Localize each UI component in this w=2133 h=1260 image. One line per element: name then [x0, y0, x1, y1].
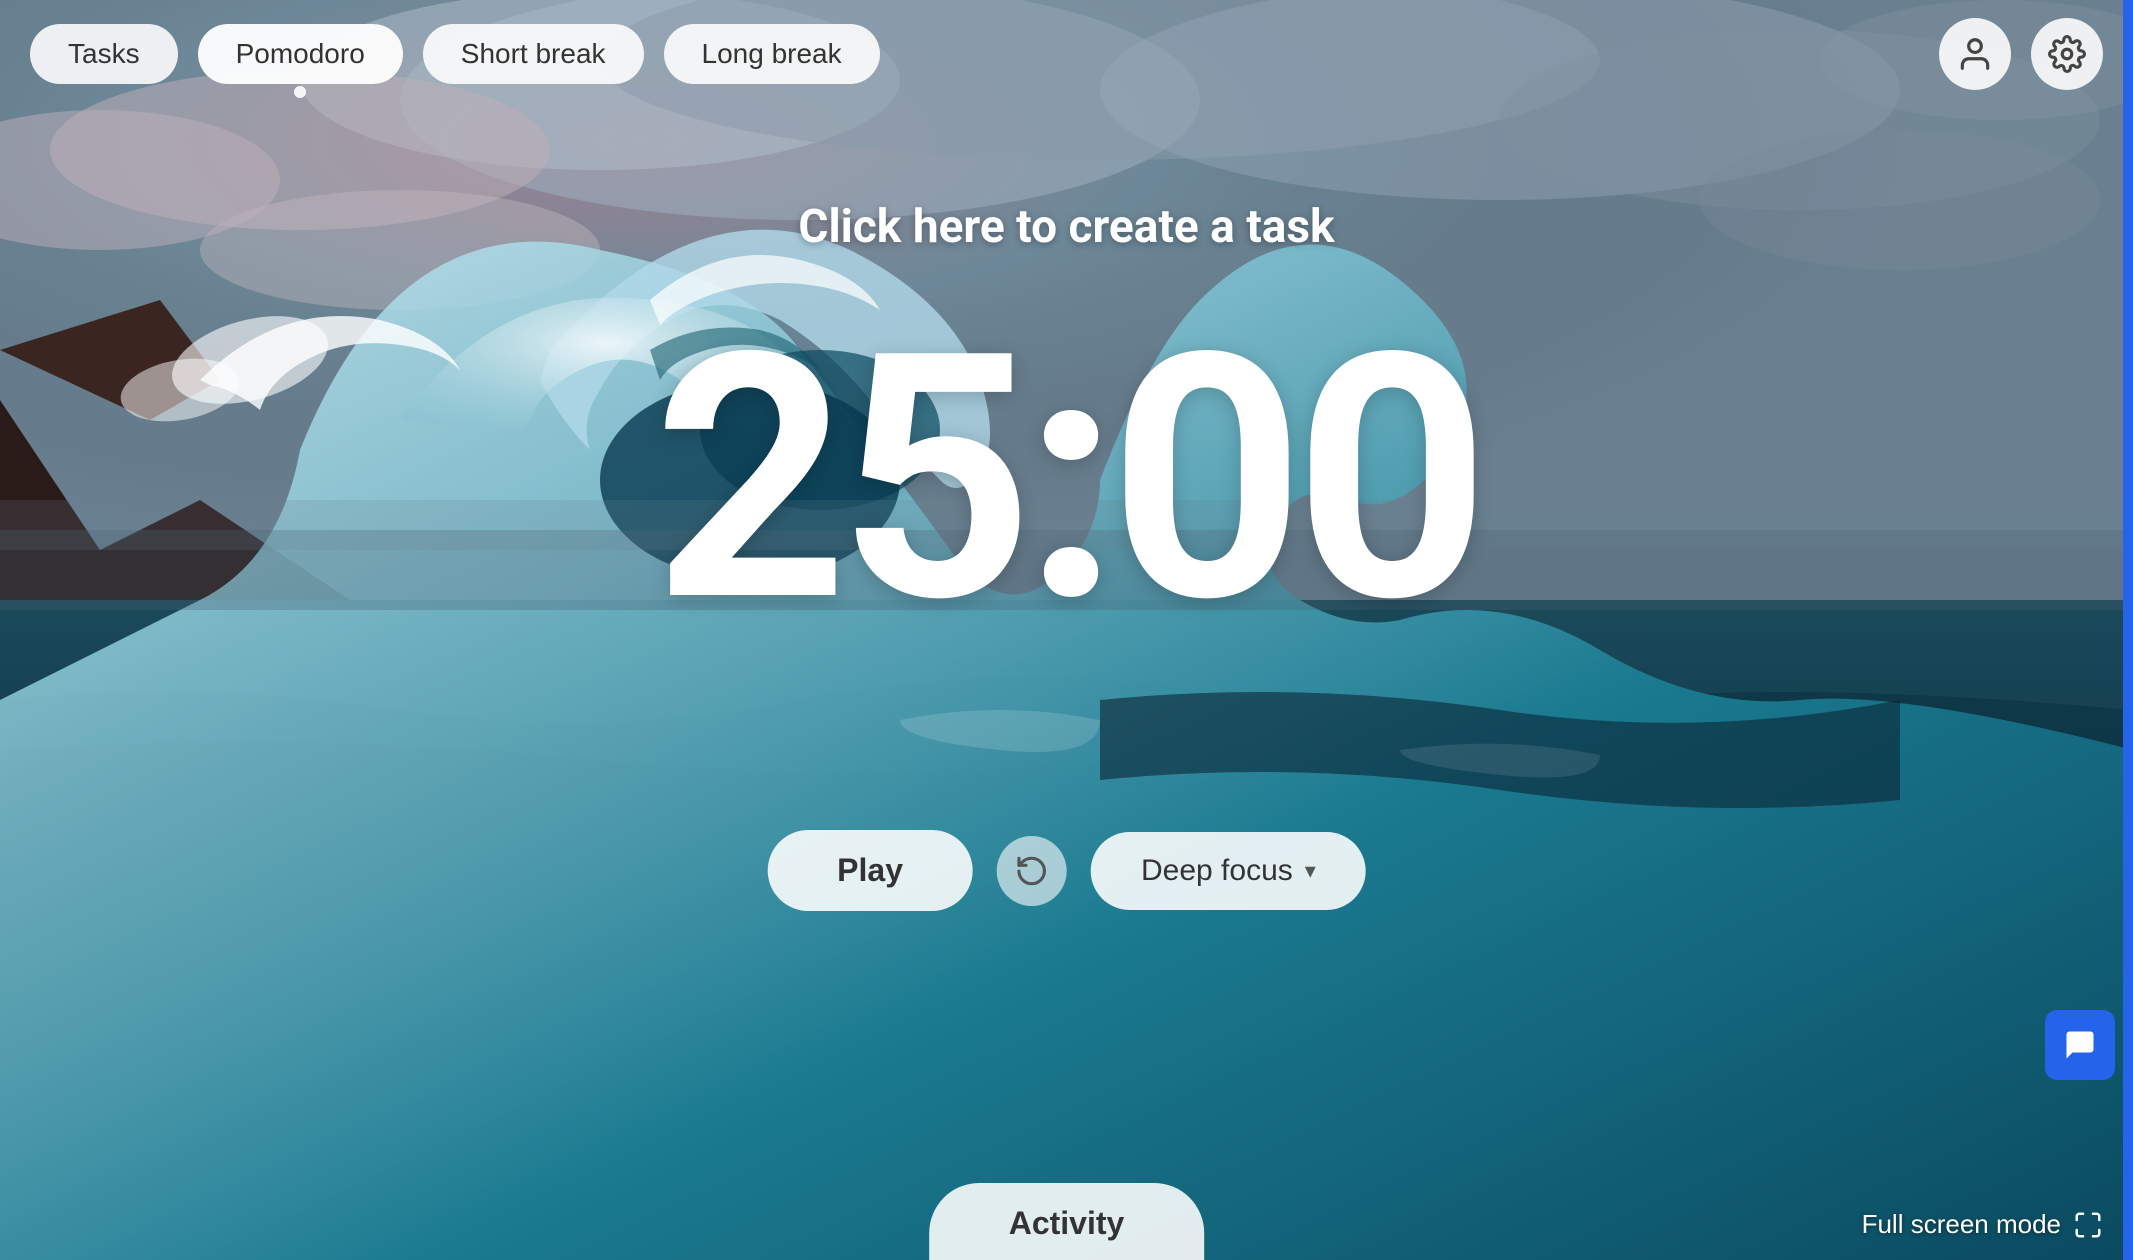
sidebar-bar [2123, 0, 2133, 1260]
controls-row: Play Deep focus ▾ [767, 830, 1366, 911]
focus-mode-button[interactable]: Deep focus ▾ [1091, 832, 1366, 910]
chat-icon [2062, 1027, 2098, 1063]
top-navigation: Tasks Pomodoro Short break Long break [0, 0, 2133, 108]
fullscreen-button[interactable]: Full screen mode [1862, 1209, 2103, 1240]
task-prompt[interactable]: Click here to create a task [798, 200, 1334, 254]
play-button[interactable]: Play [767, 830, 973, 911]
user-button[interactable] [1939, 18, 2011, 90]
short-break-button[interactable]: Short break [423, 24, 644, 84]
person-icon [1956, 35, 1994, 73]
dropdown-arrow-icon: ▾ [1305, 858, 1316, 884]
tasks-button[interactable]: Tasks [30, 24, 178, 84]
reset-icon [1015, 854, 1049, 888]
fullscreen-label: Full screen mode [1862, 1209, 2061, 1240]
gear-icon [2048, 35, 2086, 73]
reset-button[interactable] [997, 836, 1067, 906]
timer-display: 25:00 [653, 310, 1479, 650]
pomodoro-button[interactable]: Pomodoro [198, 24, 403, 84]
long-break-button[interactable]: Long break [664, 24, 880, 84]
settings-button[interactable] [2031, 18, 2103, 90]
chat-button[interactable] [2045, 1010, 2115, 1080]
fullscreen-icon [2073, 1210, 2103, 1240]
pomodoro-nav-wrapper: Pomodoro [198, 24, 403, 84]
focus-label: Deep focus [1141, 854, 1293, 888]
activity-button[interactable]: Activity [929, 1183, 1205, 1260]
nav-indicator [294, 86, 306, 98]
